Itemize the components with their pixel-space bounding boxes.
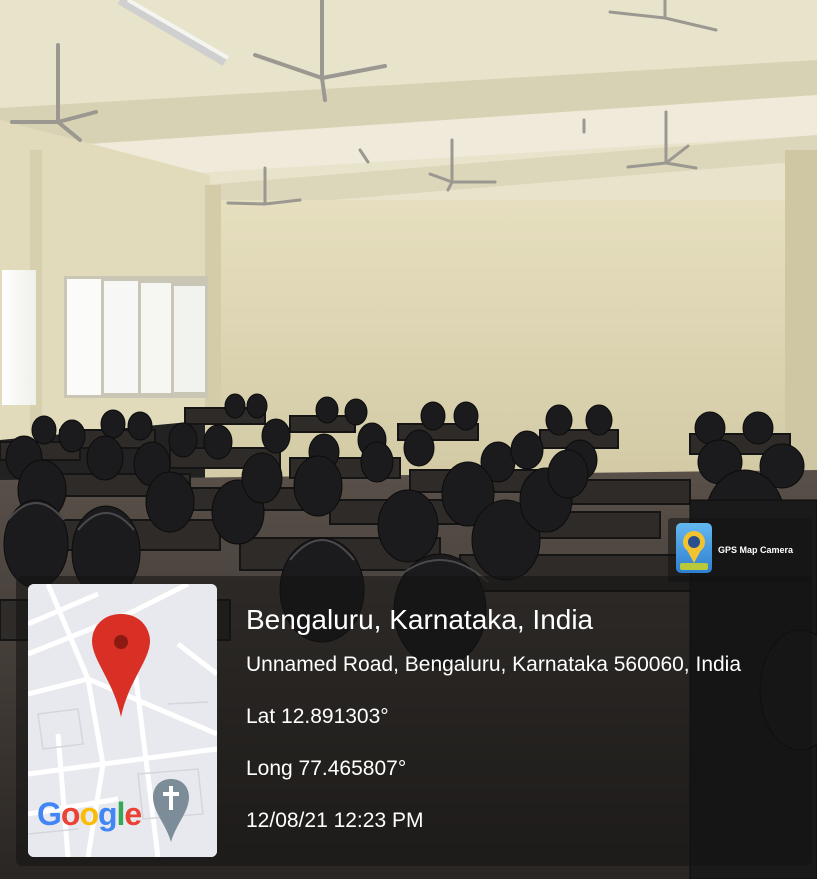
google-logo-text: Google: [37, 796, 142, 832]
latitude-text: Lat 12.891303°: [246, 705, 389, 728]
google-logo-letter: o: [79, 796, 99, 832]
google-logo-letter: g: [97, 796, 118, 832]
geotagged-photo: GPS Map Camera Google Bengaluru, Karnata…: [0, 0, 817, 879]
app-badge-label: GPS Map Camera: [718, 545, 794, 555]
map-thumbnail: Google: [28, 584, 217, 857]
location-title: Bengaluru, Karnataka, India: [246, 604, 594, 635]
app-badge: GPS Map Camera: [668, 518, 812, 582]
window-left: [2, 270, 36, 405]
google-logo-letter: G: [37, 796, 62, 832]
longitude-text: Long 77.465807°: [246, 757, 407, 780]
timestamp-text: 12/08/21 12:23 PM: [246, 809, 424, 832]
google-logo-letter: o: [60, 796, 81, 832]
window-main: [64, 276, 208, 398]
map-pin-camera-icon: [676, 523, 712, 573]
location-address: Unnamed Road, Bengaluru, Karnataka 56006…: [246, 653, 742, 676]
google-logo: Google: [37, 796, 142, 833]
google-logo-letter: e: [124, 796, 142, 832]
